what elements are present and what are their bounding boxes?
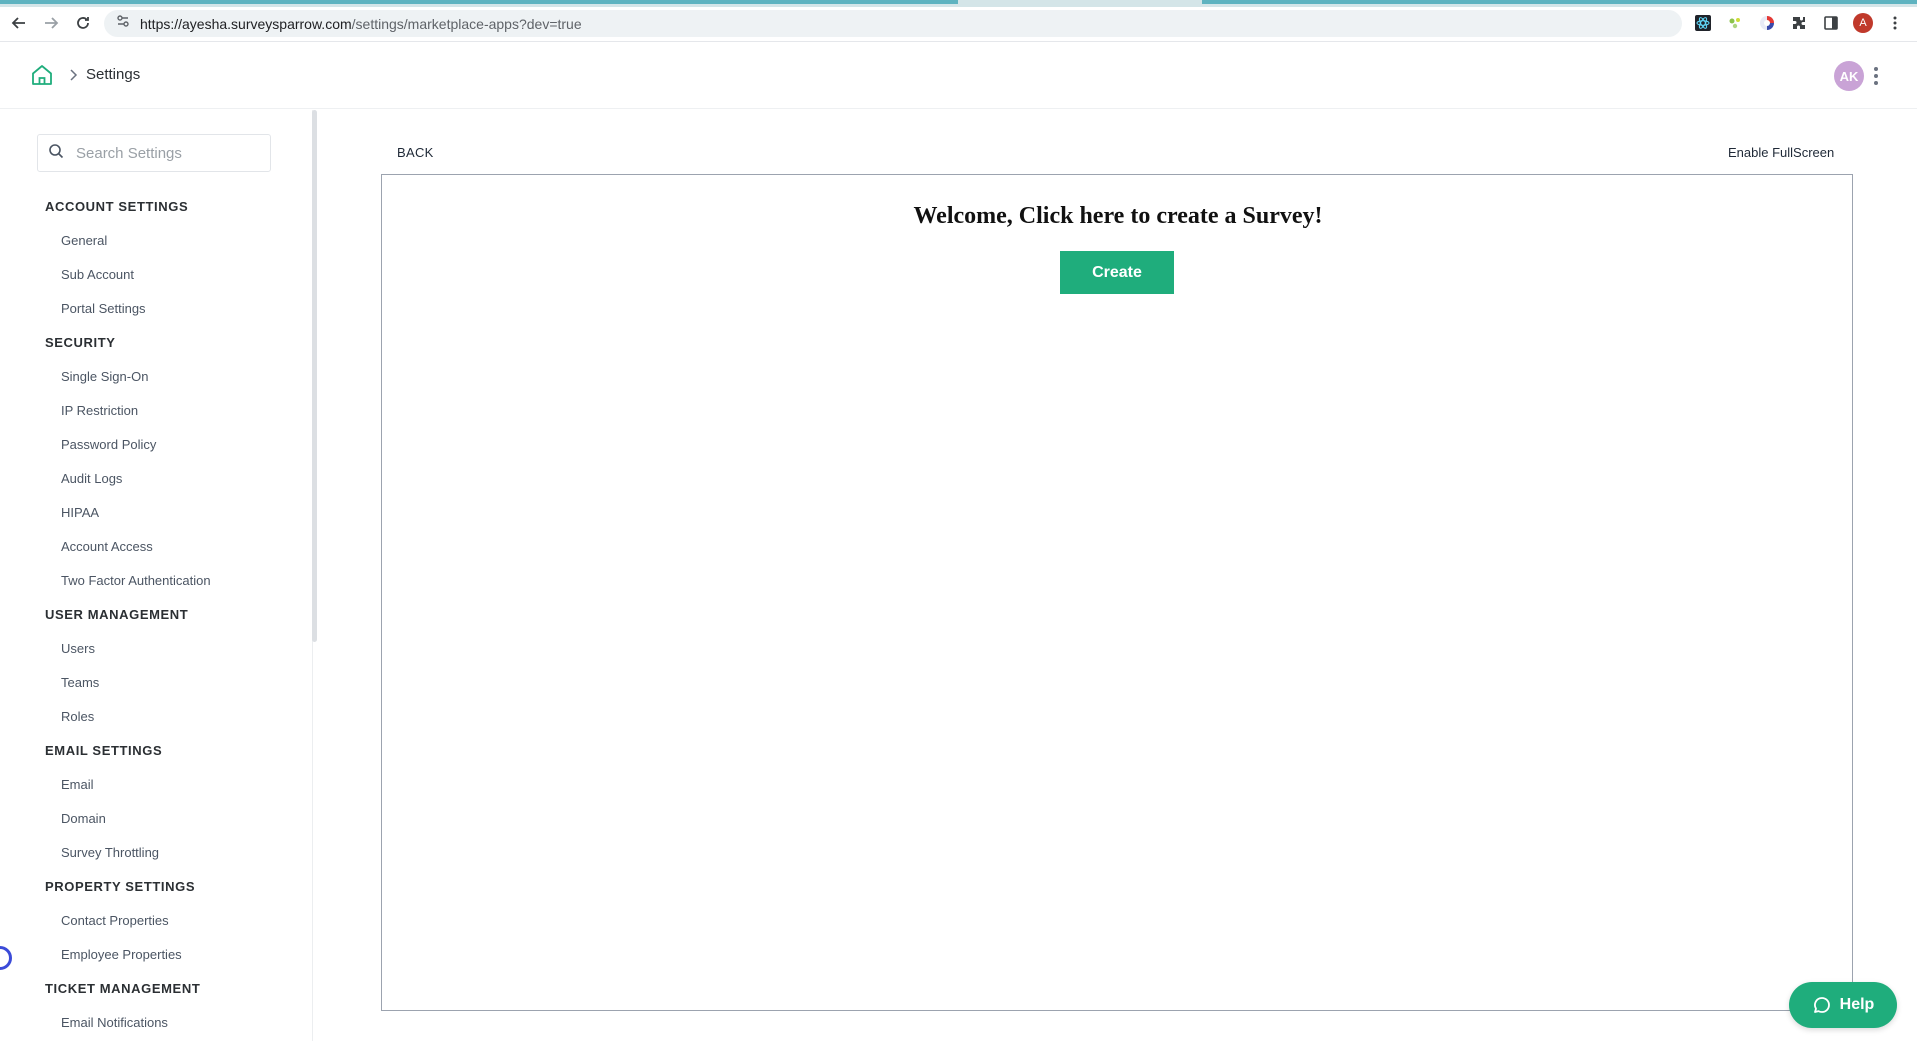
profile-avatar-icon[interactable]: A — [1852, 12, 1874, 34]
app-content-frame: Welcome, Click here to create a Survey! … — [381, 174, 1853, 1011]
address-bar[interactable]: https://ayesha.surveysparrow.com/setting… — [104, 10, 1682, 37]
breadcrumb-settings[interactable]: Settings — [86, 66, 140, 83]
settings-nav-list: ACCOUNT SETTINGS General Sub Account Portal… — [0, 190, 312, 1040]
sidebar-item-audit-logs[interactable]: Audit Logs — [0, 462, 312, 496]
sidebar-item-survey-throttling[interactable]: Survey Throttling — [0, 836, 312, 870]
chevron-right-icon — [66, 68, 80, 82]
back-arrow-icon[interactable] — [8, 12, 30, 34]
sidebar-item-account-access[interactable]: Account Access — [0, 530, 312, 564]
sidebar-section-title: ACCOUNT SETTINGS — [45, 199, 189, 214]
sidebar-item-ip-restriction[interactable]: IP Restriction — [0, 394, 312, 428]
sidebar-item-two-factor-authentication[interactable]: Two Factor Authentication — [0, 564, 312, 598]
avatar[interactable]: AK — [1834, 61, 1864, 91]
sidebar-item-teams[interactable]: Teams — [0, 666, 312, 700]
sidebar-item-hipaa[interactable]: HIPAA — [0, 496, 312, 530]
help-label: Help — [1839, 996, 1875, 1013]
settings-sidebar: ACCOUNT SETTINGS GeneralSub AccountPortal… — [0, 110, 313, 1041]
url-text[interactable]: https://ayesha.surveysparrow.com/setting… — [140, 16, 582, 32]
chat-bubble-icon — [1813, 997, 1830, 1013]
sidebar-item-single-sign-on[interactable]: Single Sign-On — [0, 360, 312, 394]
tab-strip — [0, 0, 1917, 7]
welcome-heading: Welcome, Click here to create a Survey! — [913, 203, 1323, 229]
forward-arrow-icon[interactable] — [40, 12, 62, 34]
search-input[interactable] — [76, 144, 256, 162]
sidebar-section-title: PROPERTY SETTINGS — [45, 879, 196, 894]
enable-fullscreen-link[interactable]: Enable FullScreen — [1728, 145, 1834, 160]
side-panel-icon[interactable] — [1820, 12, 1842, 34]
sidebar-item-email-notifications[interactable]: Email Notifications — [0, 1006, 312, 1040]
sidebar-section-title: EMAIL SETTINGS — [45, 743, 163, 758]
url-host: https://ayesha.surveysparrow.com — [140, 15, 352, 32]
sidebar-section-title: USER MANAGEMENT — [45, 607, 189, 622]
url-path: /settings/marketplace-apps?dev=true — [351, 15, 582, 32]
browser-menu-icon[interactable] — [1884, 12, 1906, 34]
sidebar-item-email[interactable]: Email — [0, 768, 312, 802]
sidebar-item-users[interactable]: Users — [0, 632, 312, 666]
tab-indicator — [1202, 0, 1917, 4]
site-info-icon[interactable] — [116, 14, 130, 33]
browser-toolbar: https://ayesha.surveysparrow.com/setting… — [0, 0, 1917, 42]
more-options-icon[interactable] — [1870, 65, 1882, 87]
reload-icon[interactable] — [72, 12, 94, 34]
create-survey-button[interactable]: Create — [1060, 251, 1174, 294]
sidebar-item-portal-settings[interactable]: Portal Settings — [0, 292, 312, 326]
sidebar-item-password-policy[interactable]: Password Policy — [0, 428, 312, 462]
app-header: Settings AK — [0, 43, 1917, 109]
sidebar-scrollbar[interactable] — [312, 110, 317, 642]
sidebar-item-roles[interactable]: Roles — [0, 700, 312, 734]
extensions-puzzle-icon[interactable] — [1788, 12, 1810, 34]
sidebar-item-employee-properties[interactable]: Employee Properties — [0, 938, 312, 972]
react-devtools-icon[interactable] — [1692, 12, 1714, 34]
color-extension-icon[interactable] — [1756, 12, 1778, 34]
sparkle-extension-icon[interactable] — [1724, 12, 1746, 34]
profile-initial: A — [1853, 13, 1873, 33]
sidebar-item-general[interactable]: General — [0, 224, 312, 258]
sidebar-item-contact-properties[interactable]: Contact Properties — [0, 904, 312, 938]
sidebar-section-title: TICKET MANAGEMENT — [45, 981, 201, 996]
tab-indicator — [0, 0, 958, 4]
back-link[interactable]: BACK — [397, 145, 434, 160]
sidebar-item-domain[interactable]: Domain — [0, 802, 312, 836]
search-settings-box[interactable] — [37, 134, 271, 172]
home-icon[interactable] — [30, 63, 54, 87]
help-button[interactable]: Help — [1789, 982, 1897, 1028]
search-icon — [48, 143, 64, 164]
sidebar-item-sub-account[interactable]: Sub Account — [0, 258, 312, 292]
sidebar-section-title: SECURITY — [45, 335, 116, 350]
